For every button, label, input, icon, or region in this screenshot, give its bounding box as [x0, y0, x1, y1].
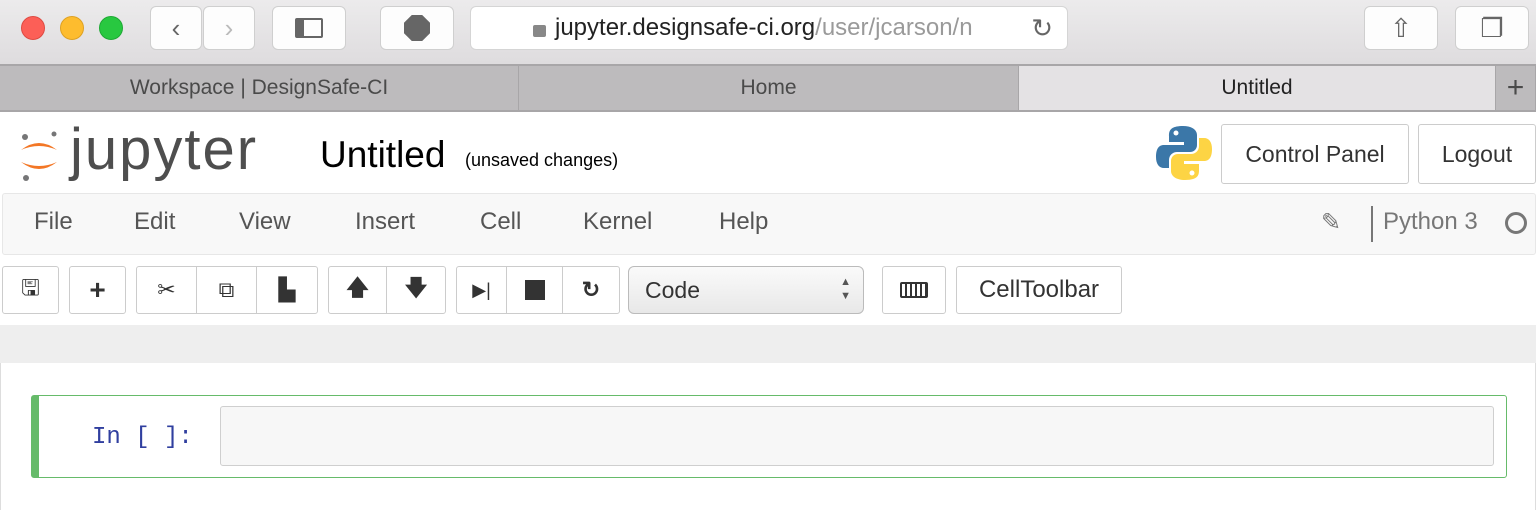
code-input-area[interactable] [220, 406, 1494, 466]
notebook-background [0, 325, 1536, 363]
paste-cell-button[interactable]: ▙ [257, 267, 317, 313]
cell-type-value: Code [645, 277, 700, 303]
forward-button[interactable]: › [203, 6, 255, 50]
move-cell-down-button[interactable]: 🡇 [387, 267, 445, 313]
browser-toolbar: ‹ › jupyter.designsafe-ci.org/user/jcars… [0, 0, 1536, 64]
tab-home[interactable]: Home [519, 66, 1019, 110]
stop-icon [524, 280, 545, 300]
menu-kernel[interactable]: Kernel [583, 208, 652, 236]
refresh-icon: ↻ [581, 277, 601, 302]
menu-help[interactable]: Help [719, 208, 768, 236]
plus-icon: + [1506, 71, 1525, 104]
logout-button[interactable]: Logout [1418, 124, 1536, 184]
run-cell-button[interactable]: ▶| [457, 267, 507, 313]
close-window-button[interactable] [21, 16, 45, 40]
tabs-overview-icon: ❐ [1480, 12, 1504, 43]
menu-view[interactable]: View [239, 208, 291, 236]
divider [1371, 206, 1373, 242]
cell-type-select[interactable]: Code ▲ ▼ [628, 266, 864, 314]
tab-bar: Workspace | DesignSafe-CI Home Untitled … [0, 64, 1536, 110]
select-arrows-icon: ▲ ▼ [840, 276, 851, 302]
control-panel-label: Control Panel [1245, 140, 1385, 167]
edit-mode-pencil-icon: ✎ [1321, 209, 1342, 236]
sidebar-icon [295, 18, 323, 38]
arrow-up-icon: 🡅 [346, 275, 369, 300]
copy-icon: ⧉ [218, 277, 235, 302]
control-panel-button[interactable]: Control Panel [1221, 124, 1409, 184]
logo-text: jupyter [70, 117, 259, 182]
copy-cell-button[interactable]: ⧉ [197, 267, 257, 313]
tab-untitled[interactable]: Untitled [1019, 66, 1496, 110]
kernel-idle-indicator-icon [1505, 212, 1527, 234]
move-cell-up-button[interactable]: 🡅 [329, 267, 387, 313]
save-status: (unsaved changes) [465, 150, 619, 170]
minimize-window-button[interactable] [60, 16, 84, 40]
url-path: /user/jcarson/n [815, 14, 973, 41]
jupyter-logo-icon [21, 131, 57, 181]
keyboard-icon [900, 282, 928, 298]
lock-icon [533, 25, 546, 37]
celltoolbar-button[interactable]: CellToolbar [957, 267, 1121, 313]
scissors-icon: ✂ [157, 277, 176, 302]
zoom-window-button[interactable] [99, 16, 123, 40]
arrow-down-icon: 🡇 [404, 275, 428, 300]
celltoolbar-label: CellToolbar [978, 276, 1100, 303]
menubar: File Edit View Insert Cell Kernel Help ✎… [2, 193, 1536, 255]
tab-label: Untitled [1221, 76, 1293, 99]
address-bar[interactable]: jupyter.designsafe-ci.org/user/jcarson/n… [470, 6, 1068, 50]
notebook-toolbar: 🖫 + ✂ ⧉ ▙ 🡅 🡇 ▶| ↻ Code ▲ ▼ CellToolbar [0, 264, 1536, 316]
command-palette-button[interactable] [883, 267, 945, 313]
paste-icon: ▙ [278, 277, 296, 302]
save-button[interactable]: 🖫 [3, 267, 58, 313]
menu-edit[interactable]: Edit [134, 208, 175, 236]
plus-icon: + [89, 274, 106, 305]
chevron-right-icon: › [224, 12, 234, 43]
restart-kernel-button[interactable]: ↻ [563, 267, 619, 313]
url-host: jupyter.designsafe-ci.org [555, 14, 816, 41]
step-forward-icon: ▶| [472, 279, 491, 300]
interrupt-kernel-button[interactable] [507, 267, 563, 313]
menu-file[interactable]: File [34, 208, 73, 236]
logout-label: Logout [1441, 140, 1513, 167]
hand-stop-icon [404, 15, 430, 41]
back-button[interactable]: ‹ [150, 6, 202, 50]
chevron-left-icon: ‹ [171, 12, 181, 43]
menu-insert[interactable]: Insert [355, 208, 415, 236]
new-tab-button[interactable]: + [1496, 66, 1536, 110]
tab-label: Workspace | DesignSafe-CI [129, 76, 389, 99]
python-logo-icon [1156, 126, 1212, 180]
share-icon: ⇧ [1390, 12, 1412, 43]
share-button[interactable]: ⇧ [1364, 6, 1438, 50]
jupyter-logo[interactable]: jupyter [18, 117, 288, 186]
save-group: 🖫 [2, 266, 59, 314]
input-prompt: In [ ]: [92, 424, 193, 451]
notebook-header: jupyter Untitled (unsaved changes) Contr… [0, 110, 1536, 192]
reload-icon[interactable]: ↻ [1031, 13, 1053, 44]
menu-cell[interactable]: Cell [480, 208, 521, 236]
cut-cell-button[interactable]: ✂ [137, 267, 197, 313]
sidebar-button[interactable] [272, 6, 346, 50]
content-blocker-button[interactable] [380, 6, 454, 50]
tab-workspace[interactable]: Workspace | DesignSafe-CI [0, 66, 519, 110]
notebook-title[interactable]: Untitled [320, 134, 445, 176]
floppy-disk-icon: 🖫 [21, 275, 40, 300]
insert-cell-below-button[interactable]: + [70, 267, 125, 313]
show-tabs-button[interactable]: ❐ [1455, 6, 1529, 50]
kernel-name[interactable]: Python 3 [1383, 208, 1478, 236]
tab-label: Home [740, 76, 797, 99]
